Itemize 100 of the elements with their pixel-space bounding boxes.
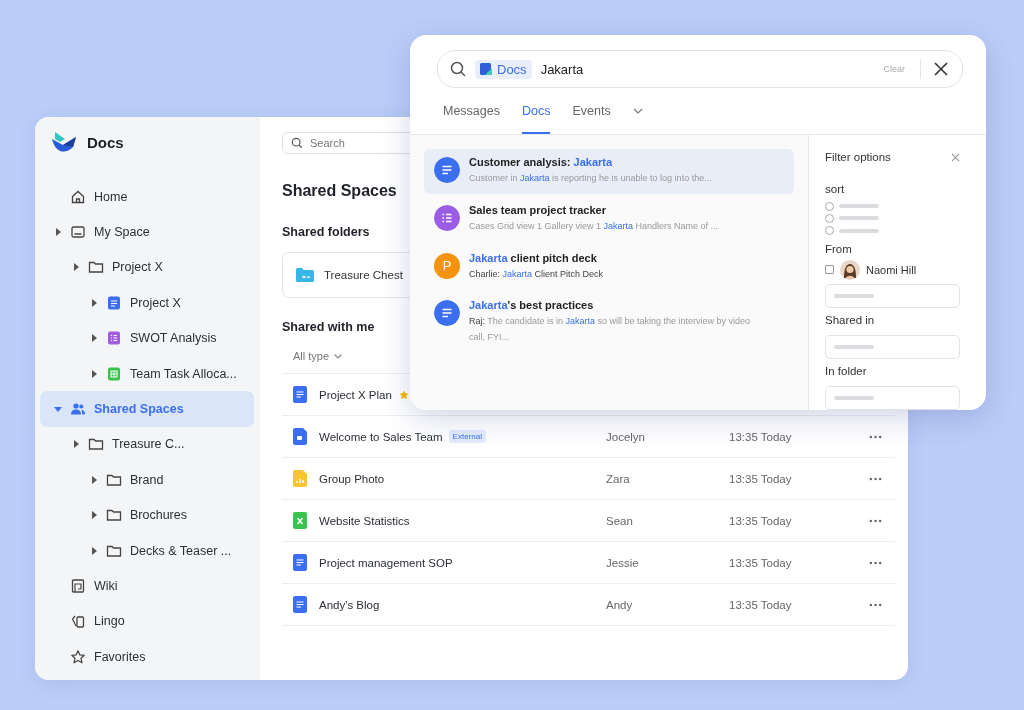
file-name[interactable]: Group Photo (319, 472, 385, 485)
folder-icon (296, 268, 314, 282)
close-icon[interactable] (934, 62, 948, 76)
checkbox[interactable] (825, 265, 834, 275)
caret-icon[interactable] (90, 334, 98, 343)
spreadsheet-icon (293, 512, 307, 529)
caret-icon[interactable] (90, 475, 98, 484)
sidebar-item[interactable]: Home (40, 179, 254, 215)
sidebar-item[interactable]: Shared Spaces (40, 391, 254, 427)
sidebar-item[interactable]: Brochures (40, 497, 254, 533)
home-icon (70, 188, 86, 205)
chevron-icon[interactable] (632, 108, 643, 114)
result-title: Customer analysis: Jakarta (469, 156, 614, 168)
document-icon (293, 596, 307, 613)
owner-cell-text: Andy (606, 598, 634, 611)
filter-label: sort (825, 183, 845, 195)
result-title: Sales team project tracker (469, 203, 607, 216)
document-icon (293, 554, 307, 571)
sidebar-item[interactable]: My Space (40, 214, 254, 250)
result-avatar: P (434, 252, 460, 279)
caret-icon[interactable] (90, 546, 98, 555)
cards-icon (70, 613, 86, 630)
result-snippet: Raj: The candidate is in Jakarta so will be taking the interview by video call, FYI... (469, 315, 751, 344)
result-title: Jakarta's best practices (469, 299, 595, 312)
more-icon[interactable] (869, 476, 882, 481)
file-name[interactable]: Andy's Blog (319, 598, 380, 611)
result-snippet: Cases Grid view 1 Gallery view 1 Jakarta Handlers Name of ... (469, 219, 720, 233)
skeleton-bar (839, 216, 879, 221)
sidebar-item[interactable]: Decks & Teaser ... (40, 532, 254, 569)
filter-field[interactable] (825, 386, 960, 410)
app-name: Docs (87, 133, 124, 151)
more-icon[interactable] (869, 518, 882, 523)
more-icon[interactable] (869, 434, 882, 439)
caret-icon[interactable] (72, 440, 80, 449)
skeleton-bar (834, 294, 874, 298)
skeleton-bar (839, 228, 879, 233)
result-snippet: Customer in Jakarta is reporting he is unable to log into the... (469, 172, 713, 185)
search-icon (291, 137, 303, 149)
sidebar-item[interactable]: Lingo (40, 603, 254, 640)
more-icon[interactable] (869, 560, 882, 565)
filter-field[interactable] (825, 335, 960, 359)
sidebar-item[interactable]: Project X (40, 285, 254, 321)
scope-chip[interactable]: Docs (475, 59, 532, 79)
file-name[interactable]: Website Statistics (319, 514, 410, 527)
caret-icon[interactable] (54, 228, 62, 237)
search-field[interactable]: Docs Jakarta Clear (437, 50, 963, 88)
caret-icon[interactable] (54, 405, 62, 414)
filter-field[interactable] (825, 284, 960, 308)
skeleton-bar (834, 396, 874, 400)
skeleton-bar (834, 345, 874, 349)
document-icon (106, 294, 122, 311)
sidebar-item[interactable]: Project X (40, 249, 254, 286)
caret-icon[interactable] (72, 263, 80, 272)
tray-icon (70, 224, 86, 241)
time-cell-text: 13:35 Today (729, 472, 793, 485)
section-heading: Shared folders (282, 225, 370, 239)
document-icon (293, 386, 307, 403)
slides-icon (293, 428, 307, 445)
caret-icon[interactable] (90, 511, 98, 520)
folder-icon (88, 259, 104, 276)
search-icon (450, 61, 466, 77)
sidebar-item[interactable]: Favorites (40, 639, 254, 675)
people-icon (70, 401, 86, 418)
owner-cell-text: Zara (606, 472, 631, 485)
file-name[interactable]: Welcome to Sales Team (319, 430, 443, 443)
filter-label: From (825, 243, 852, 255)
sidebar-item[interactable]: Team Task Alloca... (40, 355, 254, 392)
tab[interactable]: Events (572, 88, 611, 134)
sidebar-item[interactable]: SWOT Analysis (40, 320, 254, 356)
panel-title: Filter options (825, 151, 891, 163)
time-cell-text: 13:35 Today (729, 514, 793, 527)
file-name[interactable]: Project management SOP (319, 556, 453, 569)
result-item[interactable]: Customer analysis: Jakarta Customer in Jakarta is reporting he is unable to log into the... (424, 149, 794, 194)
list-icon (106, 330, 122, 347)
owner-cell-text: Jessie (606, 556, 640, 569)
time-cell-text: 13:35 Today (729, 430, 793, 443)
filter-label: Shared in (825, 314, 875, 326)
sidebar-item[interactable]: Wiki (40, 568, 254, 604)
avatar-icon (840, 260, 860, 280)
star-icon (70, 648, 86, 665)
person-name: Naomi Hill (866, 264, 917, 276)
caret-icon[interactable] (90, 298, 98, 307)
caret-icon[interactable] (90, 369, 98, 378)
type-filter[interactable]: All type (282, 346, 343, 366)
file-name[interactable]: Project X Plan (319, 388, 392, 401)
spreadsheet-icon (106, 365, 122, 382)
folder-name: Treasure Chest (324, 269, 403, 281)
more-icon[interactable] (869, 602, 882, 607)
external-tag: External (448, 430, 486, 443)
tab[interactable]: Messages (443, 88, 500, 134)
sidebar-item[interactable]: Treasure C... (40, 426, 254, 463)
image-file-icon (293, 470, 307, 487)
book-icon (70, 578, 86, 594)
filter-label: In folder (825, 365, 867, 377)
time-cell-text: 13:35 Today (729, 556, 793, 569)
result-item[interactable]: Sales team project tracker Cases Grid view 1 Gallery view 1 Jakarta Handlers Name of ... (424, 196, 794, 242)
sidebar-item[interactable]: Brand (40, 462, 254, 498)
folder-icon (88, 436, 104, 453)
chevron-icon (334, 353, 343, 359)
docs-app-icon (480, 63, 492, 75)
